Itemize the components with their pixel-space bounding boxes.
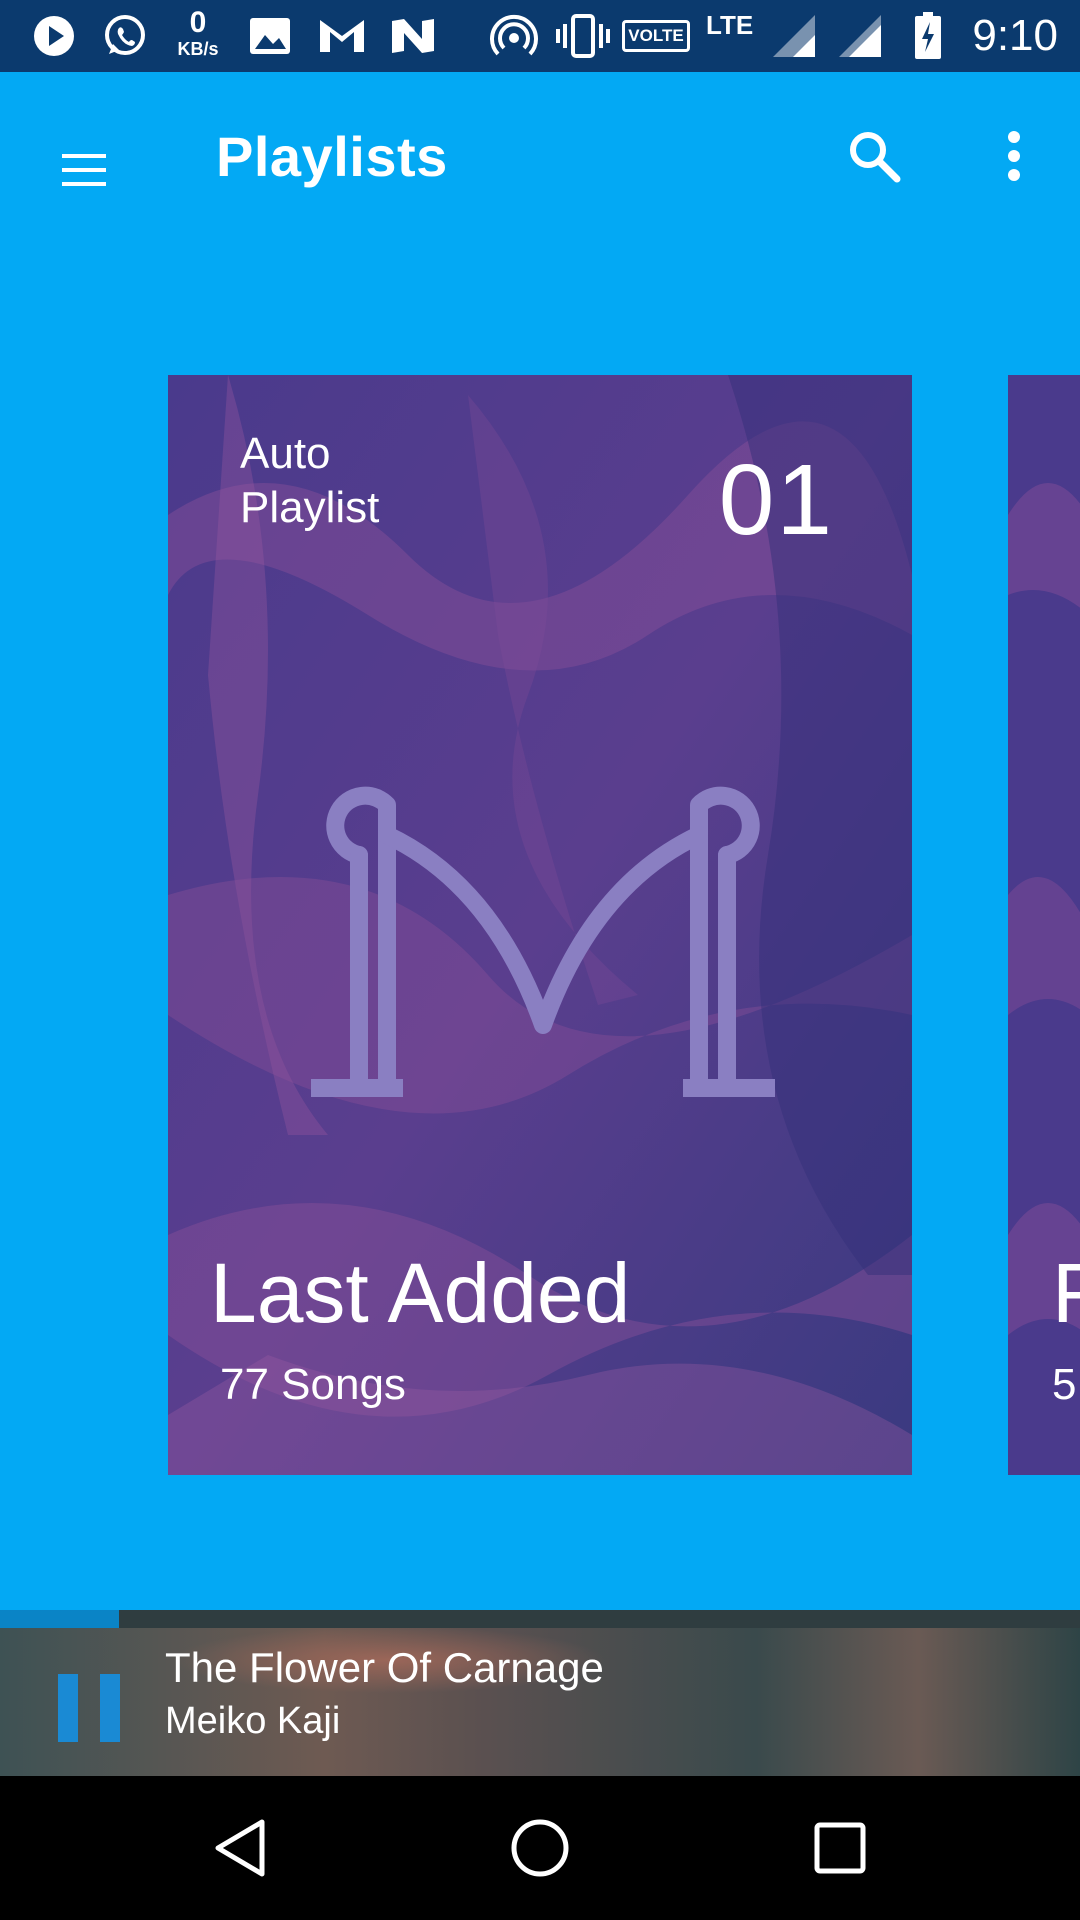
next-playlist-song-count: 5 <box>1052 1360 1077 1409</box>
next-playlist-title: F <box>1052 1246 1080 1340</box>
hotspot-icon <box>488 0 540 72</box>
more-options-button[interactable] <box>966 108 1062 204</box>
play-notification-icon <box>30 0 78 72</box>
gallery-icon <box>246 0 294 72</box>
app-logo-icon <box>311 786 775 1097</box>
playback-progress[interactable] <box>0 1610 1080 1628</box>
now-playing-title: The Flower Of Carnage <box>165 1644 604 1691</box>
now-playing-background <box>0 1610 1080 1776</box>
menu-icon <box>62 154 106 186</box>
playlist-song-count: 77 Songs <box>220 1360 406 1409</box>
card-kicker-line1: Auto <box>240 429 331 478</box>
card-number: 01 <box>718 444 834 556</box>
signal-icon <box>770 0 818 72</box>
card-kicker-line2: Playlist <box>240 483 380 532</box>
whatsapp-icon <box>100 0 150 72</box>
playlist-title: Last Added <box>210 1246 631 1340</box>
signal-icon <box>836 0 884 72</box>
lte-label: LTE <box>706 10 754 40</box>
toolbar: Playlists <box>0 72 1080 242</box>
recents-button[interactable] <box>760 1776 920 1920</box>
playlist-card[interactable]: Auto Playlist 01 Last Added 77 Songs <box>168 375 912 1475</box>
home-icon <box>511 1819 569 1877</box>
recents-icon <box>814 1822 866 1874</box>
search-icon <box>850 132 901 183</box>
next-playlist-card[interactable]: F 5 <box>1008 375 1080 1475</box>
menu-button[interactable] <box>36 122 132 218</box>
screen: 0 KB/s VOLTE LTE 9:10 Playlists Auto Pla… <box>0 0 1080 1920</box>
now-playing-bar[interactable]: The Flower Of Carnage Meiko Kaji <box>0 1610 1080 1776</box>
n-app-icon <box>388 0 438 72</box>
gmail-m-icon <box>316 0 368 72</box>
network-speed: 0 KB/s <box>177 6 219 59</box>
more-vert-icon <box>1008 131 1020 181</box>
navigation-bar <box>0 1776 1080 1920</box>
pause-button[interactable] <box>58 1674 120 1742</box>
volte-badge: VOLTE <box>622 20 690 52</box>
vibrate-icon <box>554 0 612 72</box>
home-button[interactable] <box>460 1776 620 1920</box>
back-icon <box>215 1819 265 1877</box>
clock: 9:10 <box>972 11 1058 60</box>
status-bar: 0 KB/s VOLTE LTE 9:10 <box>0 0 1080 72</box>
card-kicker: Auto Playlist <box>240 427 379 535</box>
search-button[interactable] <box>826 108 922 204</box>
playback-progress-fill <box>0 1610 119 1628</box>
now-playing-artist: Meiko Kaji <box>165 1700 341 1742</box>
page-title: Playlists <box>216 125 448 188</box>
battery-charging-icon <box>910 0 946 72</box>
back-button[interactable] <box>160 1776 320 1920</box>
